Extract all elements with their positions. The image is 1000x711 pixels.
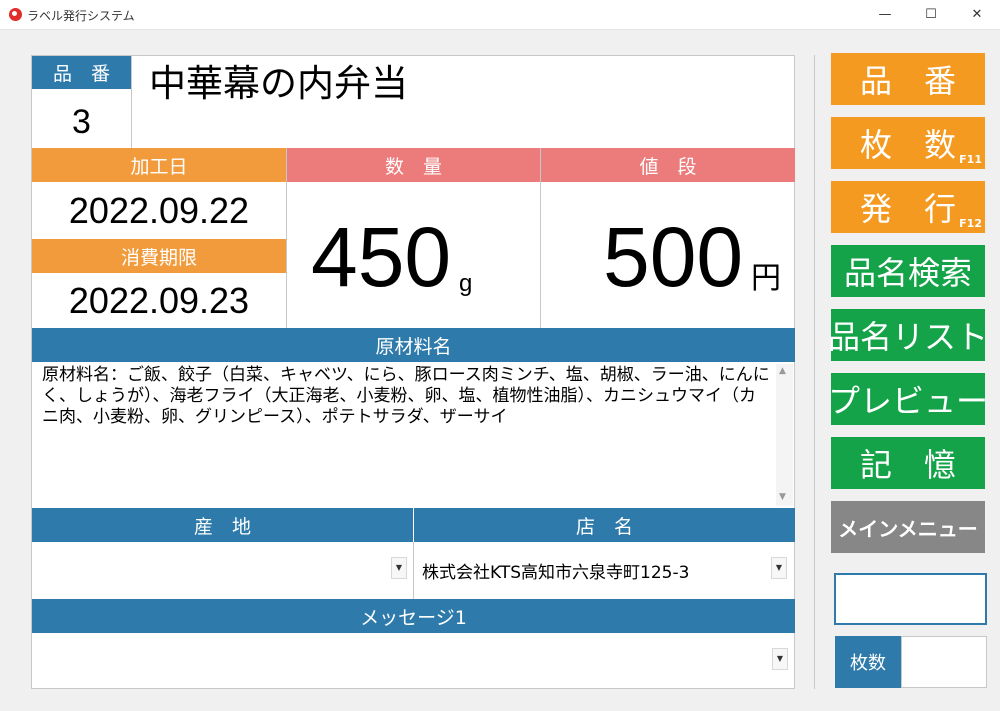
button-label: プレビュー	[828, 382, 989, 420]
price-label: 値 段	[541, 148, 795, 182]
input-box[interactable]	[834, 573, 987, 625]
minimize-icon[interactable]: —	[862, 0, 908, 30]
origin-select[interactable]: ▼	[32, 542, 413, 599]
quantity-label: 数 量	[287, 148, 540, 182]
scroll-up-icon[interactable]: ▲	[779, 366, 786, 376]
label-form-panel: 品 番 3 中華幕の内弁当 加工日 数 量 値 段 2022.09.22 消費期…	[31, 55, 795, 689]
processing-date-value[interactable]: 2022.09.22	[32, 186, 286, 236]
sheet-count-button[interactable]: 枚 数 F11	[831, 117, 985, 169]
button-label: 発 行	[859, 190, 956, 228]
product-search-button[interactable]: 品名検索	[831, 245, 985, 297]
product-number-button[interactable]: 品 番	[831, 53, 985, 105]
store-label: 店 名	[414, 508, 795, 542]
button-label: 品 番	[859, 62, 956, 100]
panel-separator	[814, 55, 815, 689]
preview-button[interactable]: プレビュー	[828, 373, 989, 425]
origin-label: 産 地	[32, 508, 413, 542]
divider	[131, 56, 132, 148]
scroll-down-icon[interactable]: ▼	[779, 492, 786, 502]
expiry-date-label: 消費期限	[32, 239, 286, 273]
ingredients-scrollbar[interactable]: ▲ ▼	[776, 364, 793, 506]
button-label: 枚 数	[859, 126, 956, 164]
main-menu-button[interactable]: メインメニュー	[831, 501, 985, 553]
maximize-icon[interactable]: ☐	[908, 0, 954, 30]
store-value: 株式会社KTS高知市六泉寺町125-3	[422, 563, 690, 583]
count-label: 枚数	[835, 636, 901, 688]
message-select[interactable]: ▼	[32, 633, 795, 689]
price-unit: 円	[751, 262, 781, 295]
quantity-value: 450	[311, 210, 452, 304]
price-field[interactable]: 500 円	[541, 182, 795, 328]
store-select[interactable]: 株式会社KTS高知市六泉寺町125-3 ▼	[414, 542, 795, 599]
app-icon	[9, 8, 22, 21]
count-input[interactable]	[901, 636, 987, 688]
product-number-label: 品 番	[32, 56, 131, 89]
issue-button[interactable]: 発 行 F12	[831, 181, 985, 233]
button-label: メインメニュー	[838, 516, 978, 541]
ingredients-label: 原材料名	[32, 328, 795, 362]
memory-button[interactable]: 記 憶	[831, 437, 985, 489]
button-label: 品名検索	[843, 254, 972, 292]
quantity-unit: g	[459, 270, 473, 297]
ingredients-textarea[interactable]: 原材料名：ご飯、餃子（白菜、キャベツ、にら、豚ロース肉ミンチ、塩、胡椒、ラー油、…	[42, 365, 770, 505]
chevron-down-icon[interactable]: ▼	[772, 648, 788, 670]
chevron-down-icon[interactable]: ▼	[771, 557, 787, 579]
product-name[interactable]: 中華幕の内弁当	[149, 60, 408, 108]
chevron-down-icon[interactable]: ▼	[391, 557, 407, 579]
title-bar: ラベル発行システム — ☐ ✕	[0, 0, 1000, 30]
expiry-date-value[interactable]: 2022.09.23	[32, 276, 286, 326]
close-icon[interactable]: ✕	[954, 0, 1000, 30]
message-label: メッセージ1	[32, 599, 795, 633]
window-title: ラベル発行システム	[27, 9, 135, 23]
button-label: 品名リスト	[828, 318, 989, 356]
product-list-button[interactable]: 品名リスト	[828, 309, 989, 361]
quantity-field[interactable]: 450 g	[287, 182, 540, 328]
shortcut-key-label: F11	[959, 153, 982, 166]
price-value: 500	[603, 210, 744, 304]
processing-date-label: 加工日	[32, 148, 286, 182]
button-label: 記 憶	[859, 446, 956, 484]
product-number-value[interactable]: 3	[32, 96, 131, 148]
shortcut-key-label: F12	[959, 217, 982, 230]
